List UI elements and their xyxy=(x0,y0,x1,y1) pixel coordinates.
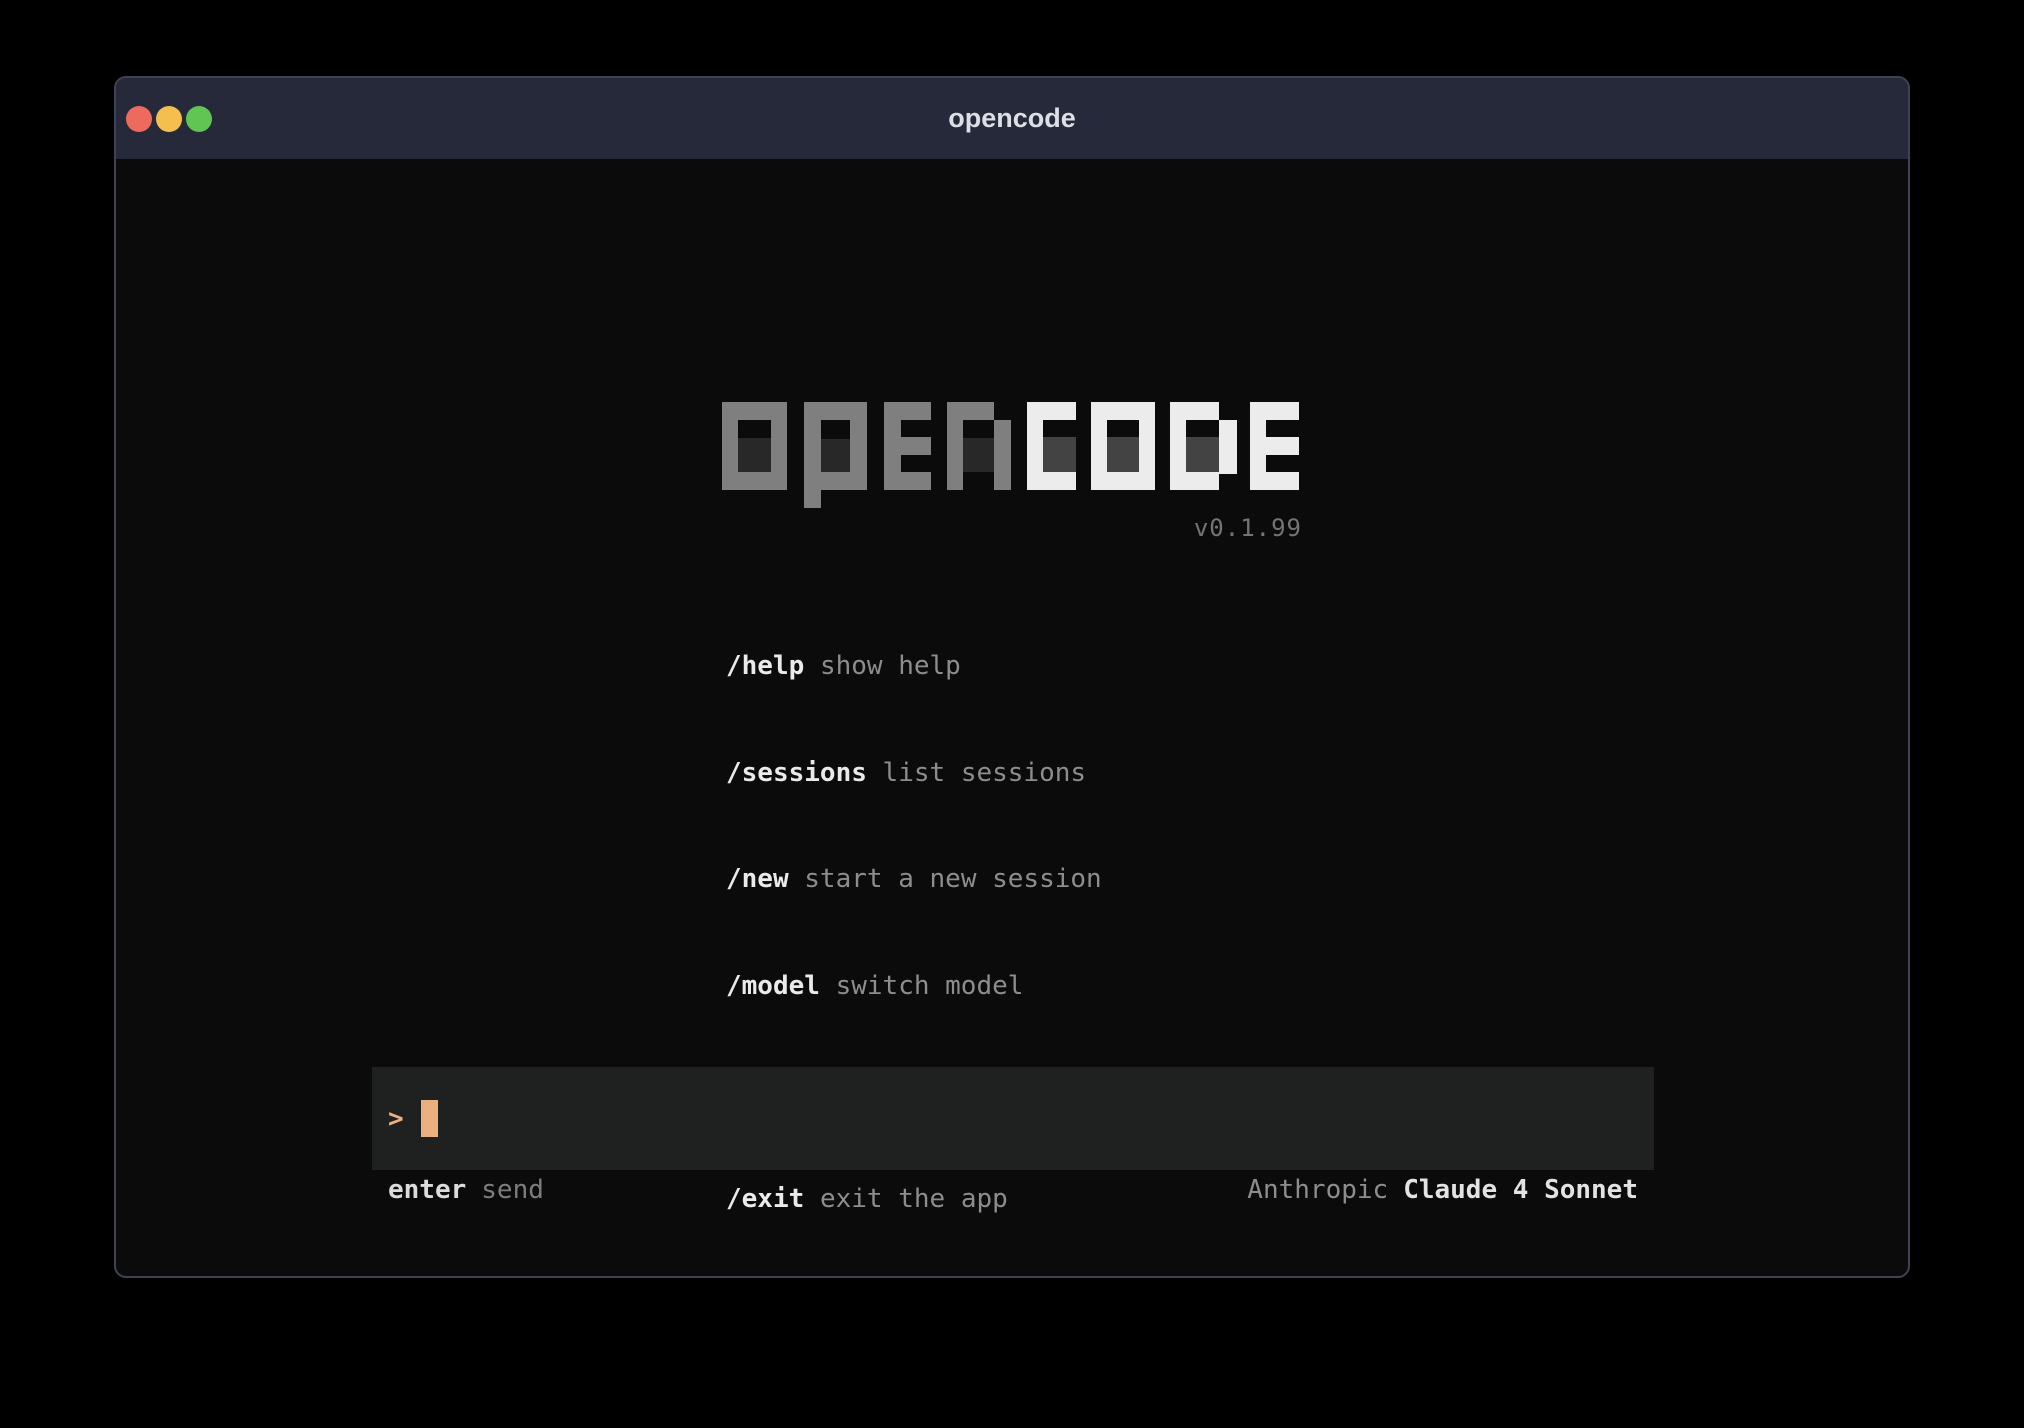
window-titlebar[interactable]: opencode xyxy=(116,78,1908,159)
version-label: v0.1.99 xyxy=(722,514,1302,542)
screen: opencode xyxy=(0,0,2024,1428)
provider-label: Anthropic xyxy=(1247,1175,1388,1205)
text-cursor xyxy=(421,1100,438,1137)
send-hint: enter send xyxy=(388,1173,544,1208)
command-desc: switch model xyxy=(836,971,1024,1001)
opencode-window: opencode xyxy=(114,76,1910,1278)
window-title: opencode xyxy=(948,103,1076,134)
prompt-chevron: > xyxy=(388,1106,404,1132)
model-label: Claude 4 Sonnet xyxy=(1403,1175,1638,1205)
status-bar: enter send Anthropic Claude 4 Sonnet xyxy=(388,1173,1638,1208)
command-name: /help xyxy=(726,651,804,681)
command-name: /model xyxy=(726,971,820,1001)
command-row: /model switch model xyxy=(726,969,1302,1005)
command-name: /new xyxy=(726,864,789,894)
command-desc: show help xyxy=(820,651,961,681)
command-row: /help show help xyxy=(726,649,1302,685)
send-action-label: send xyxy=(481,1175,544,1205)
opencode-logo xyxy=(722,402,1302,508)
command-desc: list sessions xyxy=(883,758,1087,788)
close-button[interactable] xyxy=(126,106,152,132)
traffic-lights xyxy=(126,78,212,159)
terminal-content: v0.1.99 /help show help /sessions list s… xyxy=(116,159,1908,1278)
model-indicator: Anthropic Claude 4 Sonnet xyxy=(1247,1173,1638,1208)
command-desc: start a new session xyxy=(804,864,1101,894)
zoom-button[interactable] xyxy=(186,106,212,132)
command-row: /new start a new session xyxy=(726,862,1302,898)
command-name: /sessions xyxy=(726,758,867,788)
command-row: /sessions list sessions xyxy=(726,756,1302,792)
enter-key-label: enter xyxy=(388,1175,466,1205)
minimize-button[interactable] xyxy=(156,106,182,132)
logo-shade-code xyxy=(1043,437,1219,472)
message-input[interactable]: > xyxy=(372,1067,1654,1170)
